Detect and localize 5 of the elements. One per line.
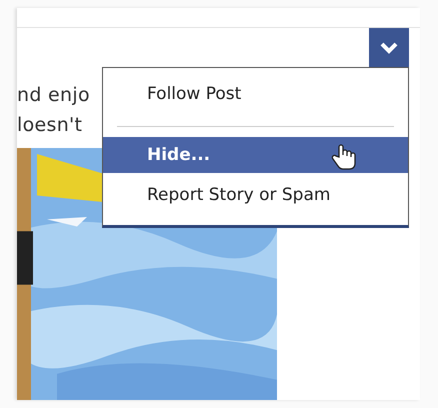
post-text: nd enjo <box>17 83 90 108</box>
menu-button[interactable] <box>369 28 409 68</box>
hand-cursor-icon <box>331 143 357 171</box>
post-text: loesn't <box>17 113 82 138</box>
chevron-down-icon <box>380 42 398 54</box>
